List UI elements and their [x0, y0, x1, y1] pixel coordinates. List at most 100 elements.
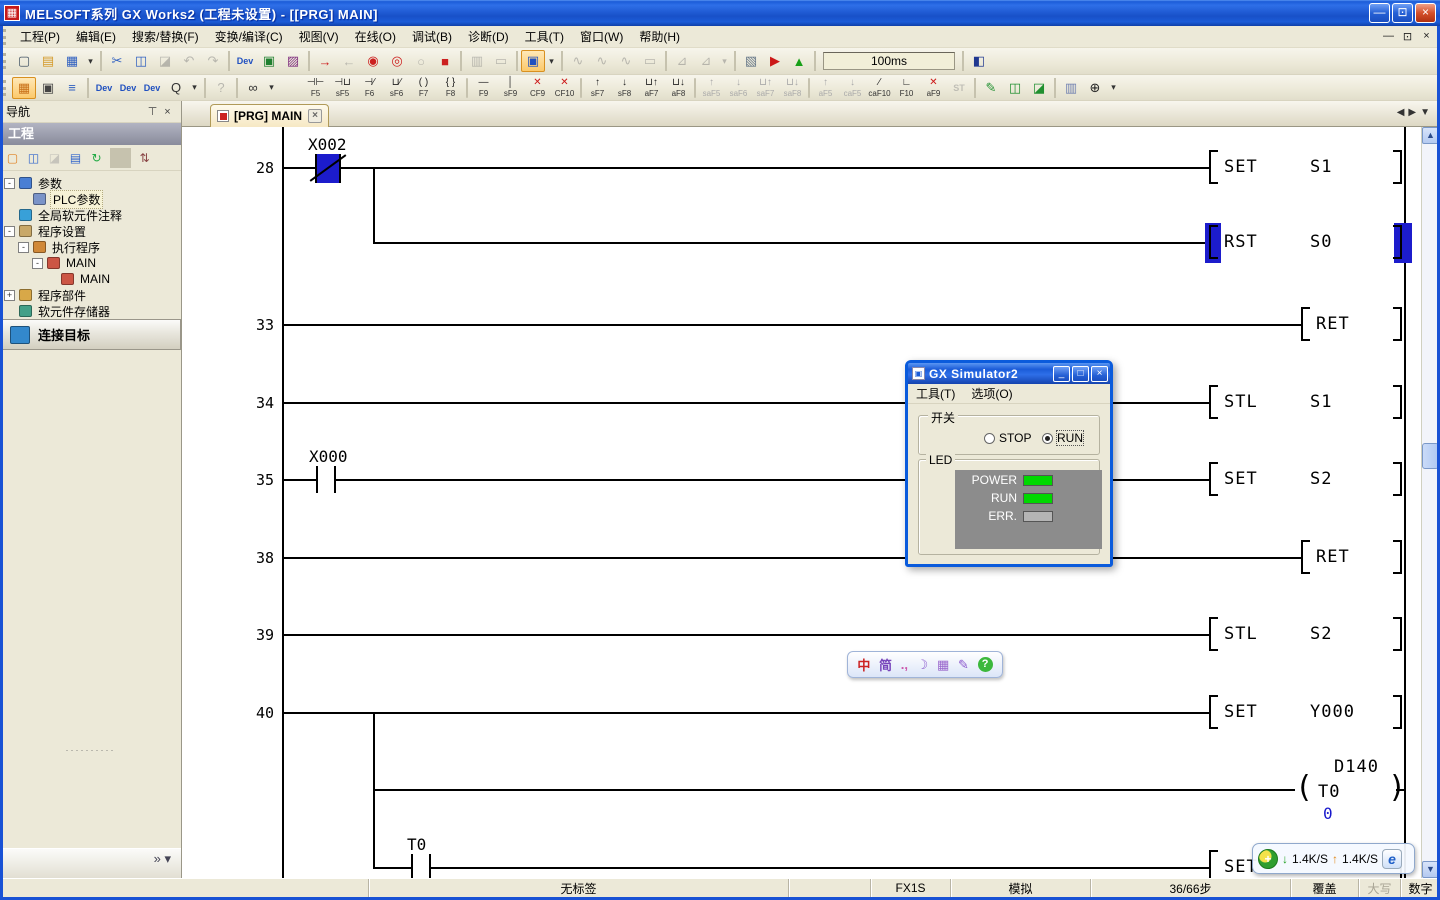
branch-line-button[interactable]: ∟F10	[893, 76, 920, 100]
help-button[interactable]: ?	[209, 77, 233, 99]
ime-tools-icon[interactable]: ✎	[958, 657, 969, 673]
open-button[interactable]: ▤	[36, 50, 60, 72]
instruction-ret[interactable]: RET	[1316, 547, 1350, 567]
delete-vertical-line-button[interactable]: ✕CF10	[551, 76, 578, 100]
paste-button[interactable]: ◪	[153, 50, 177, 72]
parallel-falling-negate-button[interactable]: ⊔↓saF8	[779, 76, 806, 100]
tab-prg-main[interactable]: [PRG] MAIN ×	[210, 104, 329, 127]
run-radio[interactable]: RUN	[1042, 431, 1083, 445]
tree-item[interactable]: 全局软元件注释	[0, 207, 181, 223]
toolbar-button[interactable]	[308, 51, 310, 71]
toolbar-button[interactable]	[1054, 78, 1056, 98]
device-watch-button[interactable]: Q	[164, 77, 188, 99]
minimize-button[interactable]: —	[1369, 3, 1390, 23]
parallel-rising-pulse-button[interactable]: ⊔↑aF7	[638, 76, 665, 100]
simulator-maximize-button[interactable]: □	[1072, 366, 1089, 382]
menu-item[interactable]: 在线(O)	[347, 26, 404, 47]
monitor-mode-dropdown[interactable]: ▾	[545, 50, 558, 72]
tree-item[interactable]: PLC参数	[0, 191, 181, 207]
coil-rst-s0-device[interactable]: S0	[1310, 232, 1332, 252]
close-icon[interactable]: ×	[160, 106, 175, 118]
monitor-start-button[interactable]: ◉	[361, 50, 385, 72]
cross-reference-button[interactable]: ∞	[241, 77, 265, 99]
horizontal-line-button[interactable]: —F9	[470, 76, 497, 100]
watch2-button[interactable]: ∿	[590, 50, 614, 72]
save-dropdown[interactable]: ▾	[84, 50, 97, 72]
toolbar-button[interactable]	[204, 78, 206, 98]
menu-item[interactable]: 工程(P)	[12, 26, 68, 47]
parallel-falling-pulse-button[interactable]: ⊔↓aF8	[665, 76, 692, 100]
instruction-stl-s1[interactable]: STL	[1224, 392, 1258, 412]
coil-set-y000-device[interactable]: Y000	[1310, 702, 1355, 722]
modify-value-button[interactable]: ▧	[739, 50, 763, 72]
inline-st-button[interactable]: ST	[947, 77, 971, 99]
write-to-plc-button[interactable]: →	[313, 50, 337, 72]
coil-button[interactable]: ( )F7	[410, 76, 437, 100]
ime-help-icon[interactable]: ?	[978, 657, 993, 672]
contact-t0[interactable]	[411, 854, 413, 878]
tree-expander[interactable]: +	[4, 290, 15, 301]
device-batch-search-button[interactable]: ▨	[281, 50, 305, 72]
mdi-close-button[interactable]: ×	[1419, 30, 1434, 43]
tree-item[interactable]: - 执行程序	[0, 239, 181, 255]
ladder-symbol-button[interactable]	[580, 78, 582, 98]
trend1-button[interactable]: ⊿	[670, 50, 694, 72]
instruction-ret[interactable]: RET	[1316, 314, 1350, 334]
accelerator-ball-icon[interactable]: +	[1258, 849, 1278, 869]
menu-item[interactable]: 变换/编译(C)	[207, 26, 291, 47]
toolbar-button[interactable]	[460, 51, 462, 71]
read-mode-button[interactable]: ◫	[1003, 77, 1027, 99]
device-watch-dropdown[interactable]: ▾	[188, 77, 201, 99]
device-search-button[interactable]: Dev	[233, 50, 257, 72]
tree-expander[interactable]: -	[18, 242, 29, 253]
instruction-search-button[interactable]: ▣	[257, 50, 281, 72]
tree-expander[interactable]	[46, 274, 57, 285]
nav-copy-button[interactable]: ◫	[23, 148, 44, 168]
pulse-up-button[interactable]: ↑aF5	[812, 76, 839, 100]
panel-splitter[interactable]: ··········	[0, 745, 181, 755]
tree-expander[interactable]	[4, 210, 15, 221]
stop-radio[interactable]: STOP	[984, 431, 1031, 445]
monitor-watch-button[interactable]: ◎	[385, 50, 409, 72]
menu-item[interactable]: 窗口(W)	[572, 26, 631, 47]
menu-item[interactable]: 编辑(E)	[68, 26, 124, 47]
coil-set-s2-device[interactable]: S2	[1310, 469, 1332, 489]
zoom-dropdown[interactable]: ▾	[1107, 77, 1120, 99]
monitor-write-button[interactable]: ■	[433, 50, 457, 72]
falling-pulse-negate-button[interactable]: ↓saF6	[725, 76, 752, 100]
copy-button[interactable]: ◫	[129, 50, 153, 72]
simulation-status-button[interactable]: ▲	[787, 50, 811, 72]
pulse-down-button[interactable]: ↓caF5	[839, 76, 866, 100]
rising-pulse-button[interactable]: ↑sF7	[584, 76, 611, 100]
nav-property-button[interactable]: ▤	[65, 148, 86, 168]
nav-refresh-button[interactable]: ↻	[86, 148, 107, 168]
toolbar-button[interactable]	[665, 51, 667, 71]
open-contact-button[interactable]: ⊣⊢F5	[302, 76, 329, 100]
ladder-symbol-button[interactable]	[694, 78, 696, 98]
toolbar-button[interactable]	[236, 78, 238, 98]
coil-rst-s0[interactable]: RST	[1224, 232, 1258, 252]
element-selection-button[interactable]: ▣	[36, 77, 60, 99]
toolbar-button[interactable]	[974, 78, 976, 98]
undo-button[interactable]: ↶	[177, 50, 201, 72]
menu-item[interactable]: 工具(T)	[517, 26, 572, 47]
close-button[interactable]: ×	[1415, 3, 1436, 23]
application-instruction-button[interactable]: { }F8	[437, 76, 464, 100]
mdi-restore-button[interactable]: ⊡	[1400, 30, 1415, 43]
simulator-menu-tools[interactable]: 工具(T)	[908, 385, 963, 402]
monitor-mode-button[interactable]: ▣	[521, 50, 545, 72]
ime-punctuation-icon[interactable]: .,	[901, 657, 908, 672]
ime-fullwidth-icon[interactable]: ☽	[917, 657, 929, 673]
ladder-editor-canvas[interactable]: 28 33 34 35 38 39 40 X002 SET S1 RST S0 …	[182, 127, 1421, 878]
tab-scroll-left-icon[interactable]: ◀	[1397, 107, 1409, 118]
tab-scroll-right-icon[interactable]: ▶	[1408, 107, 1420, 118]
toolbar-button[interactable]	[228, 51, 230, 71]
ladder-symbol-button[interactable]	[466, 78, 468, 98]
rising-pulse-negate-button[interactable]: ↑saF5	[698, 76, 725, 100]
write-mode-button[interactable]: ◪	[1027, 77, 1051, 99]
nav-sort-button[interactable]: ⇅	[134, 148, 155, 168]
browser-icon[interactable]: e	[1382, 849, 1402, 869]
tree-expander[interactable]	[18, 194, 29, 205]
delete-horizontal-line-button[interactable]: ✕CF9	[524, 76, 551, 100]
parallel-closed-contact-button[interactable]: ⊔∕sF6	[383, 76, 410, 100]
